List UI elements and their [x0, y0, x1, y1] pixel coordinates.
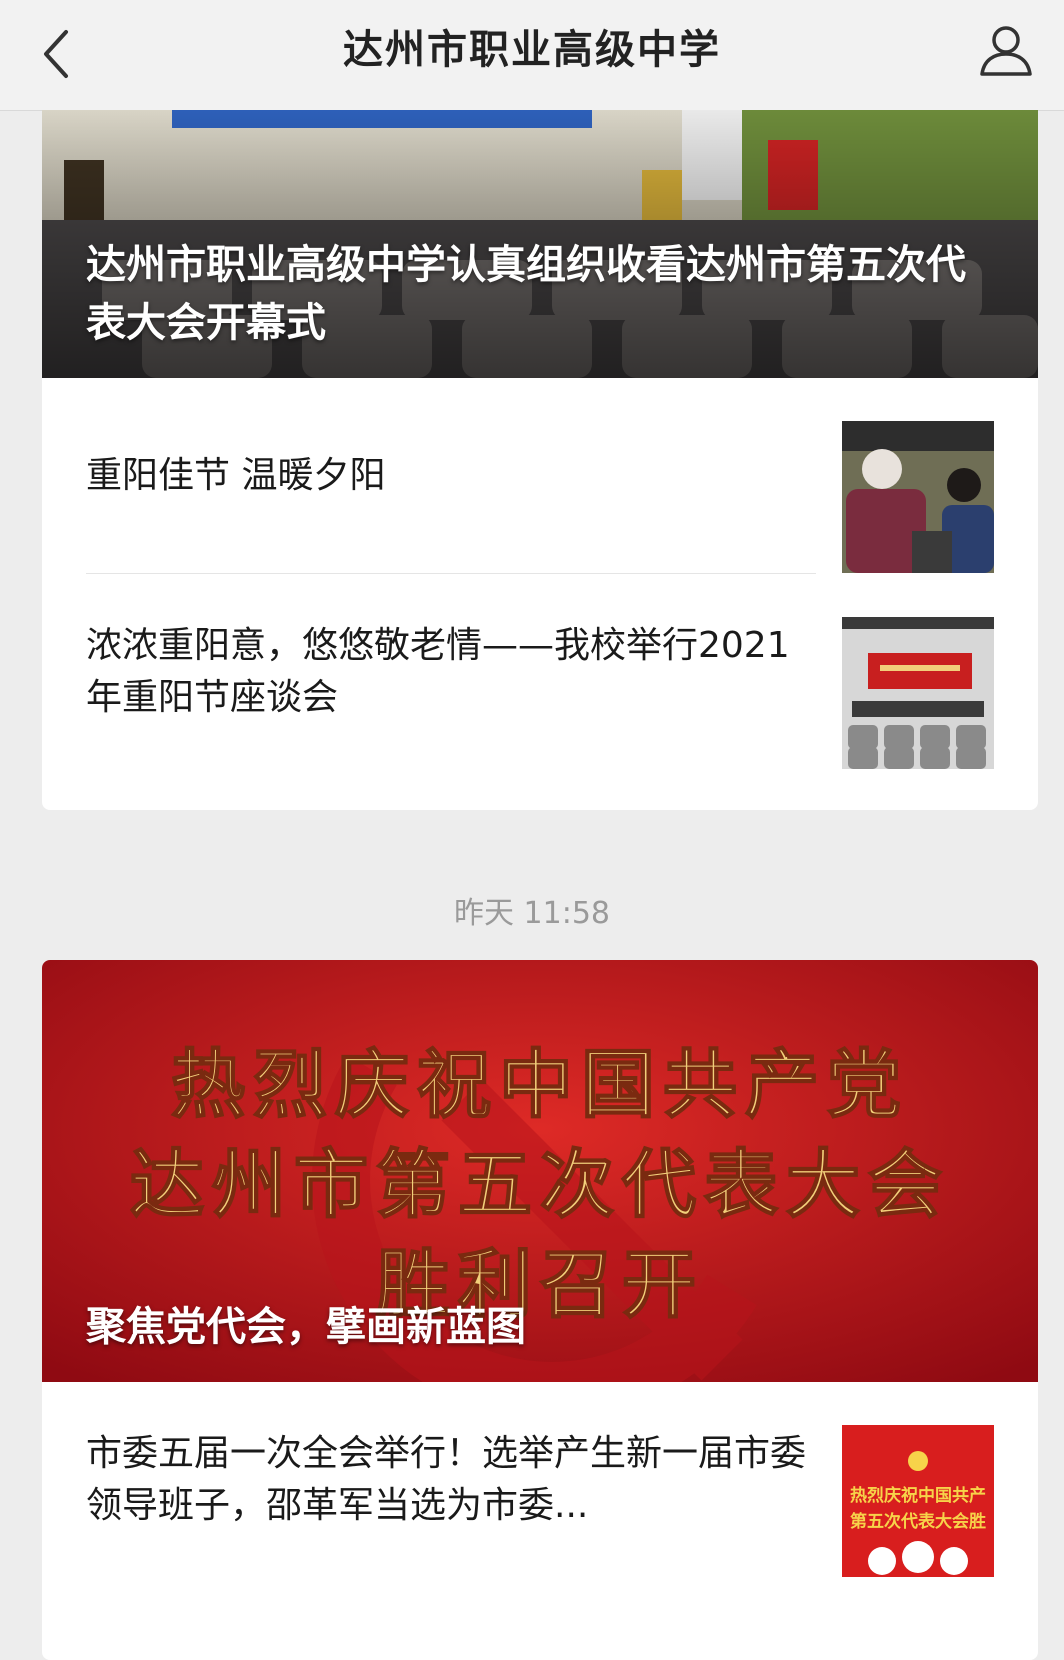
article-thumbnail-elderly-visit: [842, 421, 994, 573]
article-group-card: 热烈庆祝中国共产党 达州市第五次代表大会 胜利召开 聚焦党代会，擘画新蓝图 市委…: [42, 960, 1038, 1660]
article-list-item[interactable]: 浓浓重阳意，悠悠敬老情——我校举行2021年重阳节座谈会: [86, 574, 994, 770]
banner-line-2: 达州市第五次代表大会: [130, 1142, 950, 1228]
cover-article-title: 达州市职业高级中学认真组织收看达州市第五次代表大会开幕式: [86, 242, 966, 346]
banner-line-1: 热烈庆祝中国共产党: [171, 1042, 909, 1128]
article-title: 浓浓重阳意，悠悠敬老情——我校举行2021年重阳节座谈会: [86, 625, 790, 718]
article-list-item[interactable]: 重阳佳节 温暖夕阳: [86, 378, 994, 574]
message-timestamp: 昨天 11:58: [454, 896, 610, 931]
article-list-item[interactable]: 市委五届一次全会举行！选举产生新一届市委领导班子，邵革军当选为市委... 热烈庆…: [86, 1382, 994, 1578]
cover-article[interactable]: 达州市职业高级中学认真组织收看达州市第五次代表大会开幕式: [42, 110, 1038, 378]
article-thumbnail-symposium: [842, 617, 994, 769]
cover-article-title: 聚焦党代会，擘画新蓝图: [86, 1304, 526, 1350]
top-nav-bar: 达州市职业高级中学: [0, 0, 1064, 111]
article-title: 重阳佳节 温暖夕阳: [86, 455, 386, 496]
cover-article[interactable]: 热烈庆祝中国共产党 达州市第五次代表大会 胜利召开 聚焦党代会，擘画新蓝图: [42, 960, 1038, 1382]
user-icon[interactable]: [978, 22, 1034, 78]
thumb-line-1: 热烈庆祝中国共产: [850, 1485, 986, 1506]
article-title: 市委五届一次全会举行！选举产生新一届市委领导班子，邵革军当选为市委...: [86, 1433, 807, 1526]
article-group-card: 达州市职业高级中学认真组织收看达州市第五次代表大会开幕式 重阳佳节 温暖夕阳 浓…: [42, 110, 1038, 810]
thumb-line-2: 第五次代表大会胜: [850, 1511, 986, 1532]
page-title: 达州市职业高级中学: [343, 27, 721, 73]
article-thumbnail-party-congress: 热烈庆祝中国共产 第五次代表大会胜: [842, 1425, 994, 1577]
